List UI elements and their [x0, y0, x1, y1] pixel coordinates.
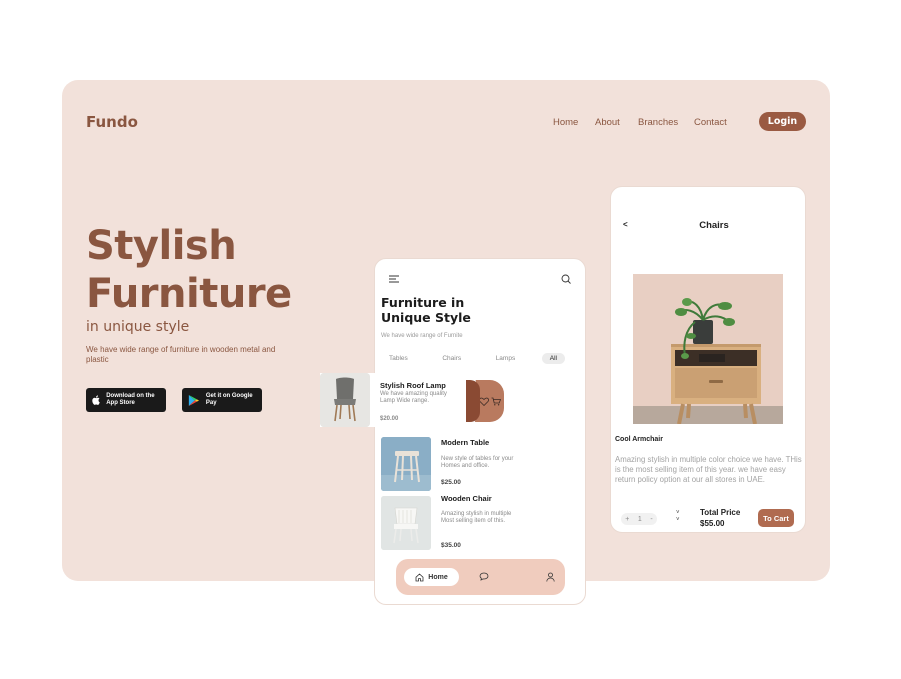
- google-play-button[interactable]: Get it on Google Pay: [182, 388, 262, 412]
- qty-value: 1: [637, 515, 642, 523]
- featured-lamp-name[interactable]: Stylish Roof Lamp: [380, 381, 446, 390]
- home-label: Home: [428, 573, 448, 581]
- wooden-chair-price: $35.00: [441, 542, 461, 549]
- nav-home[interactable]: Home: [553, 117, 578, 128]
- modern-table-desc: New style of tables for your Homes and o…: [441, 456, 514, 469]
- bottom-navigation: Home: [396, 559, 565, 595]
- white-chair-illustration: [381, 496, 431, 550]
- quantity-stepper[interactable]: + 1 -: [621, 513, 657, 525]
- wooden-chair-desc: Amazing stylish in multiple Most selling…: [441, 511, 512, 524]
- modern-table-price: $25.00: [441, 479, 461, 486]
- qty-decrease[interactable]: -: [650, 516, 652, 523]
- hero-title: Stylish Furniture: [86, 222, 292, 318]
- featured-lamp-desc: We have amazing quality Lamp Wide range.: [380, 391, 447, 404]
- modern-table-image[interactable]: [381, 437, 431, 491]
- google-play-icon: [188, 394, 200, 406]
- grey-chair-illustration: [320, 373, 370, 427]
- phone-mockup-detail: < Chairs Cool Armchair Amazing stylish i…: [610, 186, 806, 533]
- page-canvas: Fundo Home About Branches Contact Login …: [0, 0, 901, 679]
- to-cart-button[interactable]: To Cart: [758, 509, 794, 527]
- nav-contact[interactable]: Contact: [694, 117, 727, 128]
- phone1-subtitle: We have wide range of Furnite: [381, 333, 463, 339]
- wooden-chair-image[interactable]: [381, 496, 431, 550]
- product-name: Cool Armchair: [615, 436, 663, 443]
- google-play-label: Get it on Google Pay: [205, 393, 253, 406]
- hero-subtitle: in unique style: [86, 319, 190, 335]
- home-icon: [415, 572, 424, 581]
- user-icon[interactable]: [546, 572, 555, 582]
- qty-increase[interactable]: +: [625, 516, 629, 523]
- chat-icon[interactable]: [479, 572, 489, 581]
- featured-lamp-price: $20.00: [380, 416, 399, 422]
- product-description: Amazing stylish in multiple color choice…: [615, 455, 802, 484]
- tab-chairs[interactable]: Chairs: [434, 353, 469, 364]
- brand-logo[interactable]: Fundo: [86, 113, 138, 131]
- lamp-actions-edge: [466, 380, 480, 422]
- login-button[interactable]: Login: [759, 112, 806, 131]
- app-store-button[interactable]: Download on the App Store: [86, 388, 166, 412]
- total-price-label: Total Price: [700, 508, 741, 517]
- wooden-chair-name[interactable]: Wooden Chair: [441, 494, 492, 503]
- apple-icon: [92, 395, 100, 405]
- nav-home-tab[interactable]: Home: [404, 568, 459, 586]
- total-price-value: $55.00: [700, 519, 725, 528]
- phone-mockup-list: Furniture in Unique Style We have wide r…: [374, 258, 586, 605]
- menu-icon[interactable]: [389, 275, 399, 283]
- featured-lamp-image[interactable]: [320, 373, 370, 427]
- app-store-label: Download on the App Store: [106, 393, 155, 406]
- cart-icon[interactable]: [491, 397, 501, 406]
- modern-table-name[interactable]: Modern Table: [441, 438, 489, 447]
- hero-description: We have wide range of furniture in woode…: [86, 345, 276, 364]
- hero-title-line1: Stylish: [86, 223, 237, 269]
- nightstand-illustration: [633, 274, 783, 424]
- nav-about[interactable]: About: [595, 117, 620, 128]
- heart-icon[interactable]: [479, 397, 489, 406]
- stool-illustration: [381, 437, 431, 491]
- product-image: [633, 274, 783, 424]
- tab-all[interactable]: All: [541, 353, 565, 364]
- search-icon[interactable]: [561, 274, 571, 284]
- tab-lamps[interactable]: Lamps: [488, 353, 524, 364]
- chevron-updown-icon[interactable]: ˅ ˅: [676, 510, 680, 524]
- category-tabs: Tables Chairs Lamps All: [381, 353, 565, 364]
- hero-title-line2: Furniture: [86, 271, 292, 317]
- nav-branches[interactable]: Branches: [638, 117, 678, 128]
- tab-tables[interactable]: Tables: [381, 353, 416, 364]
- phone1-title: Furniture in Unique Style: [381, 295, 471, 325]
- detail-title: Chairs: [699, 220, 729, 231]
